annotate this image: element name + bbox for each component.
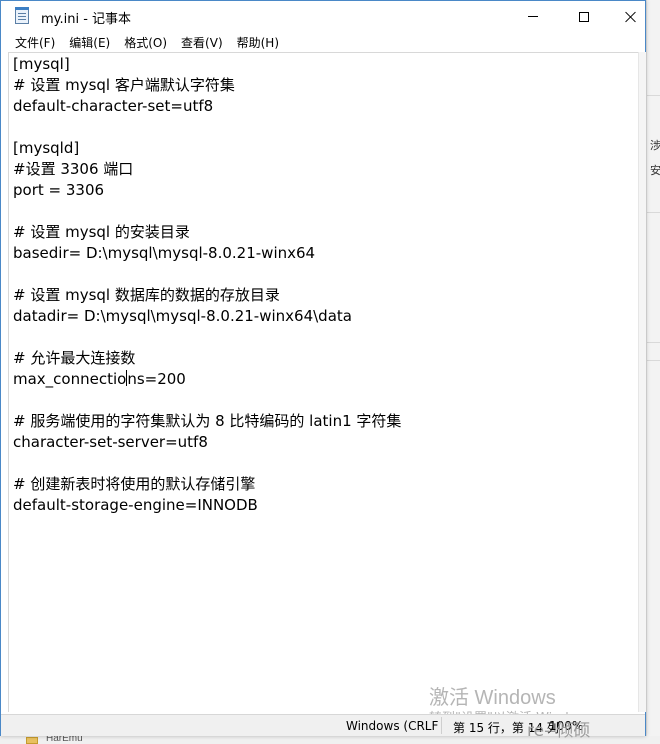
text-line: [mysql] — [13, 55, 70, 73]
menu-file[interactable]: 文件(F) — [9, 34, 61, 51]
text-line: # 服务端使用的字符集默认为 8 比特编码的 latin1 字符集 — [13, 412, 402, 430]
background-divider — [647, 95, 660, 96]
background-glyph: 涉 — [650, 139, 660, 152]
close-button[interactable] — [608, 1, 654, 32]
menu-format[interactable]: 格式(O) — [118, 34, 173, 51]
notepad-app-icon[interactable] — [15, 7, 29, 24]
text-after-caret: ns=200 — [127, 370, 186, 388]
text-line: # 创建新表时将使用的默认存储引擎 — [13, 475, 256, 493]
maximize-button[interactable] — [561, 1, 607, 32]
text-line: # 设置 mysql 数据库的数据的存放目录 — [13, 286, 280, 304]
text-line: default-character-set=utf8 — [13, 97, 214, 115]
activation-watermark-title: 激活 Windows — [429, 687, 556, 709]
title-bar[interactable]: my.ini - 记事本 — [1, 1, 645, 32]
text-line: # 设置 mysql 客户端默认字符集 — [13, 76, 235, 94]
folder-icon — [26, 737, 38, 744]
background-divider — [647, 360, 660, 361]
background-window-edge: 涉 安 — [646, 0, 660, 744]
text-line — [13, 327, 633, 348]
menu-view[interactable]: 查看(V) — [175, 34, 229, 51]
text-line — [13, 264, 633, 285]
text-before-caret: max_connectio — [13, 370, 127, 388]
notepad-window: my.ini - 记事本 文件(F) 编辑(E) 格式(O) 查看(V) 帮助(… — [0, 0, 646, 741]
text-editor[interactable]: [mysql] # 设置 mysql 客户端默认字符集 default-charac… — [8, 52, 638, 712]
vertical-scrollbar[interactable] — [638, 52, 646, 712]
background-divider — [647, 212, 660, 213]
text-line: port = 3306 — [13, 181, 105, 199]
text-line: character-set-server=utf8 — [13, 433, 208, 451]
text-line — [13, 201, 633, 222]
text-line: #设置 3306 端口 — [13, 160, 134, 178]
menu-help[interactable]: 帮助(H) — [231, 34, 285, 51]
status-overlay-text: re--倾硕 — [527, 721, 591, 741]
close-icon — [625, 11, 637, 23]
status-encoding: Windows (CRLF — [346, 719, 439, 733]
text-line: [mysqld] — [13, 139, 80, 157]
text-line — [13, 117, 633, 138]
text-line: datadir= D:\mysql\mysql-8.0.21-winx64\da… — [13, 307, 352, 325]
menu-edit[interactable]: 编辑(E) — [63, 34, 116, 51]
editor-text[interactable]: [mysql] # 设置 mysql 客户端默认字符集 default-charac… — [13, 54, 633, 516]
maximize-icon — [579, 11, 589, 22]
text-line: default-storage-engine=INNODB — [13, 496, 258, 514]
menu-bar: 文件(F) 编辑(E) 格式(O) 查看(V) 帮助(H) — [1, 32, 645, 52]
text-line — [13, 390, 633, 411]
text-line: basedir= D:\mysql\mysql-8.0.21-winx64 — [13, 244, 316, 262]
text-line: # 设置 mysql 的安装目录 — [13, 223, 190, 241]
background-glyph: 安 — [650, 164, 660, 177]
text-line: # 允许最大连接数 — [13, 349, 136, 367]
status-divider — [441, 717, 442, 734]
minimize-button[interactable] — [510, 1, 556, 32]
text-line — [13, 453, 633, 474]
window-title: my.ini - 记事本 — [41, 12, 132, 27]
minimize-icon — [528, 16, 538, 17]
status-bar: Windows (CRLF 第 15 行，第 14 列 100% re--倾硕 — [1, 714, 645, 741]
text-line: max_connections=200 — [13, 369, 633, 390]
background-divider — [647, 342, 660, 343]
